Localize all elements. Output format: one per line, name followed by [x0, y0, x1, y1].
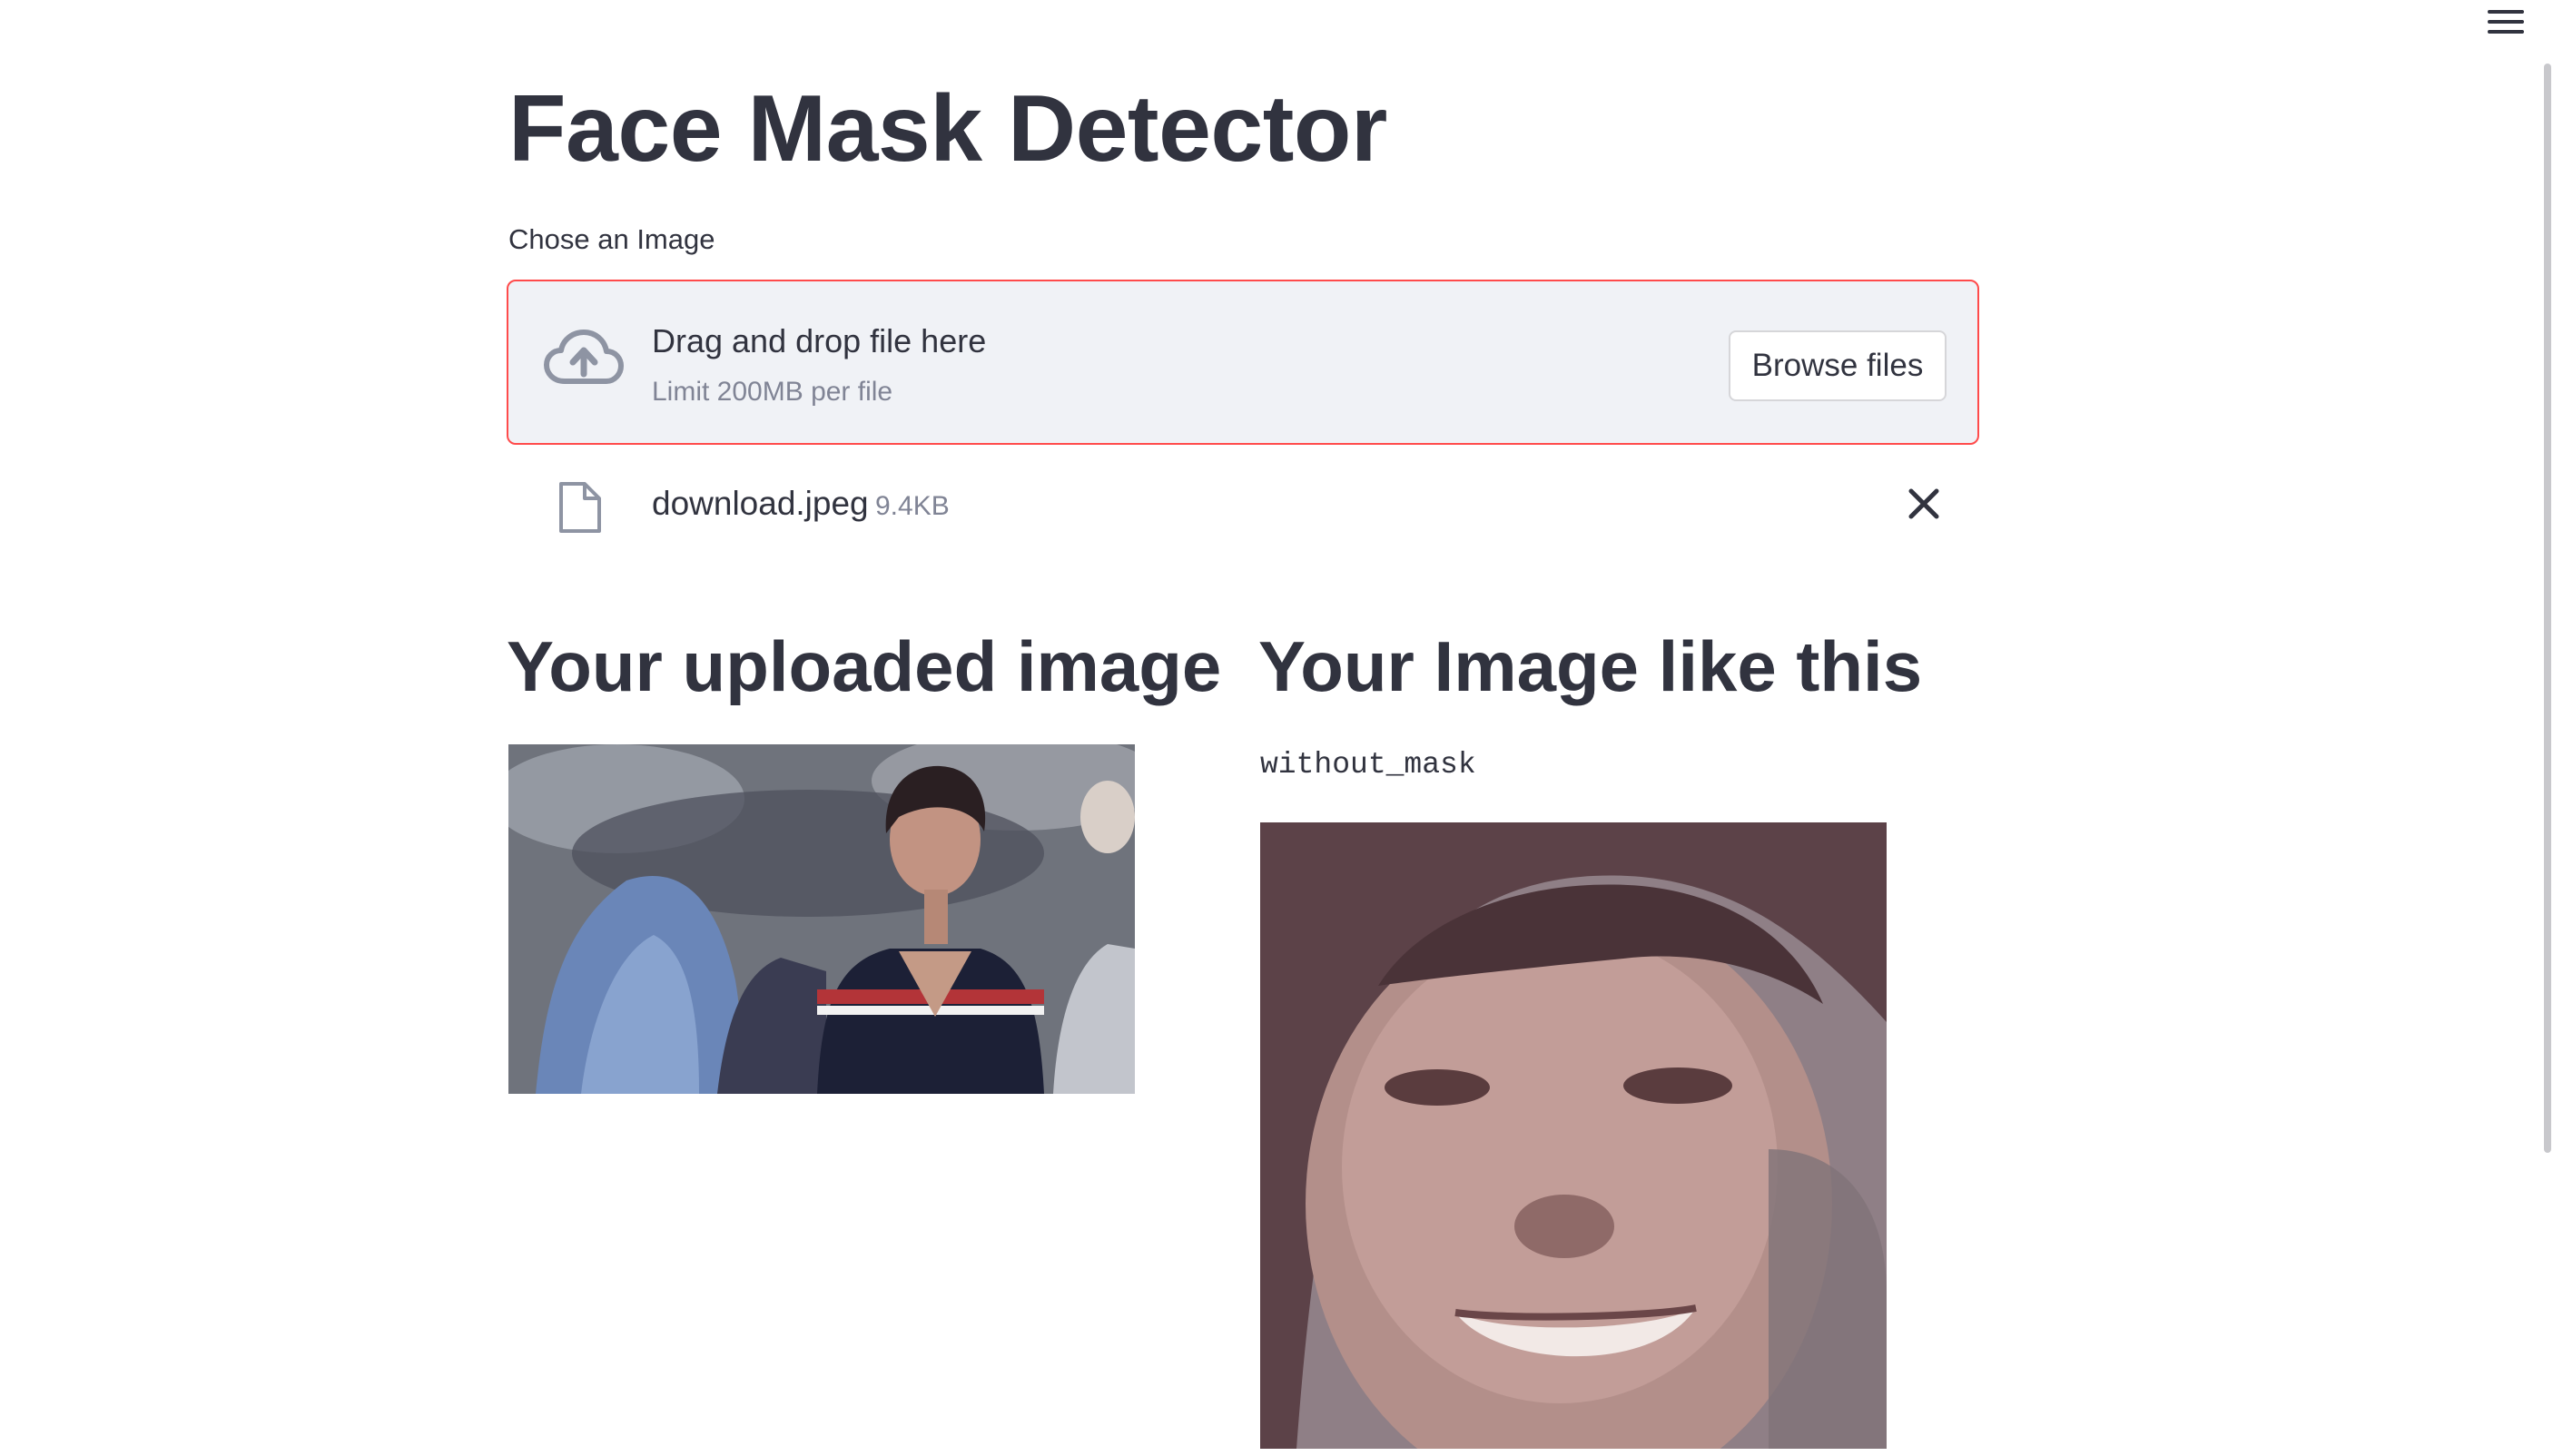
browse-files-button[interactable]: Browse files [1729, 330, 1947, 401]
uploaded-photo [508, 744, 1135, 1094]
uploaded-photo-scene [508, 744, 1135, 1094]
uploaded-image-heading: Your uploaded image [507, 626, 1222, 706]
file-icon [559, 482, 601, 533]
close-icon[interactable] [1901, 481, 1947, 526]
page-title: Face Mask Detector [508, 76, 1387, 182]
cropped-face-scene [1260, 822, 1887, 1449]
cropped-face-image [1260, 822, 1887, 1449]
drop-instructions: Drag and drop file here [652, 322, 987, 359]
menu-line [2488, 10, 2524, 14]
app-page: Face Mask Detector Chose an Image Drag a… [0, 0, 2553, 1456]
menu-line [2488, 20, 2524, 24]
uploaded-file-row: download.jpeg 9.4KB [508, 463, 1979, 545]
file-name: download.jpeg [652, 485, 869, 522]
file-dropzone[interactable]: Drag and drop file here Limit 200MB per … [507, 280, 1979, 445]
uploader-label: Chose an Image [508, 223, 715, 255]
cloud-upload-icon [544, 330, 624, 384]
prediction-label: without_mask [1260, 748, 1476, 782]
file-size-limit: Limit 200MB per file [652, 377, 893, 407]
scrollbar-thumb[interactable] [2544, 64, 2551, 1153]
hamburger-menu-icon[interactable] [2488, 5, 2524, 38]
menu-line [2488, 30, 2524, 34]
result-heading: Your Image like this [1258, 626, 1923, 706]
file-size: 9.4KB [875, 491, 950, 521]
